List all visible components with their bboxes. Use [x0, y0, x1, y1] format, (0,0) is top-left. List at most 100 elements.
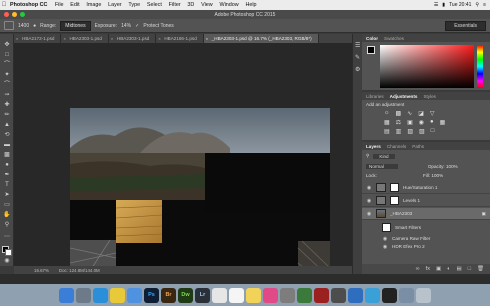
- move-tool-icon[interactable]: ✥: [3, 42, 11, 49]
- canvas-workspace[interactable]: [14, 43, 360, 294]
- menu-layer[interactable]: Layer: [105, 2, 125, 8]
- clock[interactable]: Tue 20:41: [449, 2, 471, 8]
- levels-icon[interactable]: ▩: [396, 110, 402, 117]
- menu-image[interactable]: Image: [83, 2, 105, 8]
- apple-icon[interactable]: : [0, 2, 8, 8]
- shape-tool-icon[interactable]: ▭: [3, 202, 11, 209]
- range-select[interactable]: Midtones: [60, 20, 91, 31]
- filter-name[interactable]: HDR Efex Pro 2: [392, 244, 425, 250]
- path-select-tool-icon[interactable]: ➤: [3, 192, 11, 199]
- menu-list-icon[interactable]: ≡: [483, 2, 486, 8]
- layer-mask-thumbnail[interactable]: [390, 196, 399, 205]
- crop-tool-icon[interactable]: ⌒: [3, 82, 11, 89]
- launchpad-icon[interactable]: [76, 287, 91, 303]
- close-tab-icon[interactable]: ×: [16, 36, 18, 41]
- healing-brush-tool-icon[interactable]: ✚: [3, 102, 11, 109]
- brush-size[interactable]: 1400: [18, 23, 29, 29]
- brush-panel-icon[interactable]: ✎: [355, 54, 360, 61]
- airbrush-icon[interactable]: ✓: [135, 23, 139, 29]
- eraser-tool-icon[interactable]: ▬: [3, 142, 11, 149]
- tab-libraries[interactable]: Libraries: [366, 94, 384, 99]
- zoom-tool-icon[interactable]: ⚲: [3, 222, 11, 229]
- posterize-icon[interactable]: ▥: [396, 128, 402, 135]
- fg-bg-swatch[interactable]: [367, 46, 375, 54]
- menu-edit[interactable]: Edit: [67, 2, 83, 8]
- dodge-tool-icon-tb[interactable]: ●: [3, 162, 11, 169]
- search-icon[interactable]: ⚲: [475, 2, 479, 8]
- add-mask-icon[interactable]: ▣: [436, 266, 441, 272]
- wifi-icon[interactable]: ☰: [434, 2, 438, 8]
- opacity-value[interactable]: 100%: [446, 164, 458, 169]
- menu-app-name[interactable]: Photoshop CC: [8, 2, 51, 8]
- layer-name[interactable]: Hue/Saturation 1: [403, 185, 437, 190]
- vibrance-icon[interactable]: ▽: [430, 110, 435, 117]
- curves-icon[interactable]: ∿: [407, 110, 412, 117]
- layer-name[interactable]: _HBA2303: [390, 211, 412, 216]
- close-tab-icon[interactable]: ×: [206, 36, 208, 41]
- menu-filter[interactable]: Filter: [165, 2, 184, 8]
- tab-styles[interactable]: Styles: [423, 94, 436, 99]
- quick-mask-icon[interactable]: ◉: [3, 258, 11, 265]
- background-color-swatch[interactable]: [5, 249, 12, 256]
- visibility-eye-icon[interactable]: ◉: [382, 236, 388, 242]
- battery-icon[interactable]: ▮: [442, 2, 445, 8]
- marquee-tool-icon[interactable]: □: [3, 52, 11, 59]
- invert-icon[interactable]: ▤: [384, 128, 390, 135]
- tab-adjustments[interactable]: Adjustments: [390, 94, 418, 99]
- close-tab-icon[interactable]: ×: [63, 36, 65, 41]
- new-adjustment-icon[interactable]: ◐: [447, 266, 450, 272]
- channel-mixer-icon[interactable]: ●: [430, 119, 434, 126]
- tab-doc-active[interactable]: × _HBA2303-1.psd @ 16.7% (_HBA2303, RGB/8…: [203, 34, 319, 43]
- layer-name[interactable]: Levels 1: [403, 198, 420, 203]
- photoshop-icon[interactable]: Ps: [144, 287, 159, 303]
- downloads-icon[interactable]: [399, 287, 414, 303]
- clone-stamp-tool-icon[interactable]: ▲: [3, 122, 11, 129]
- filter-name[interactable]: Camera Raw Filter: [392, 236, 430, 242]
- layer-row[interactable]: ◉ Levels 1: [362, 195, 490, 207]
- layer-row-selected[interactable]: ◉ _HBA2303 ▣: [362, 208, 490, 220]
- menu-select[interactable]: Select: [144, 2, 166, 8]
- zoom-level[interactable]: 16.67%: [34, 268, 49, 273]
- minimize-button[interactable]: [12, 12, 17, 17]
- tab-channels[interactable]: Channels: [387, 144, 406, 149]
- app-icon-4[interactable]: [348, 287, 363, 303]
- layer-mask-thumbnail[interactable]: [390, 183, 399, 192]
- color-lookup-icon[interactable]: ▦: [440, 119, 446, 126]
- itunes-icon[interactable]: [263, 287, 278, 303]
- history-brush-tool-icon[interactable]: ⟲: [3, 132, 11, 139]
- tab-swatches[interactable]: Swatches: [384, 36, 404, 41]
- more-tools-icon[interactable]: ⋯: [3, 234, 11, 241]
- lightroom-icon[interactable]: Lr: [195, 287, 210, 303]
- smart-filters-row[interactable]: Smart Filters: [382, 223, 421, 232]
- quick-select-tool-icon[interactable]: ✦: [3, 72, 11, 79]
- menu-type[interactable]: Type: [125, 2, 143, 8]
- mail-icon[interactable]: [127, 287, 142, 303]
- tab-doc-1[interactable]: × HBA2172-1.psd: [14, 34, 62, 43]
- folder-icon[interactable]: ▤: [456, 266, 461, 272]
- dreamweaver-icon[interactable]: Dw: [178, 287, 193, 303]
- selective-color-icon[interactable]: □: [431, 128, 435, 135]
- app-icon-2[interactable]: [314, 287, 329, 303]
- fx-icon[interactable]: fx: [426, 266, 430, 272]
- eyedropper-tool-icon[interactable]: ➙: [3, 92, 11, 99]
- filter-row[interactable]: ◉ HDR Efex Pro 2: [382, 244, 425, 250]
- history-panel-icon[interactable]: ☰: [355, 42, 360, 49]
- tab-doc-2[interactable]: × HBA2303-1.psd: [61, 34, 109, 43]
- kind-select[interactable]: Kind: [373, 153, 395, 159]
- close-tab-icon[interactable]: ×: [111, 36, 113, 41]
- properties-panel-icon[interactable]: ⚙: [355, 66, 360, 73]
- brush-preset-icon[interactable]: ●: [33, 23, 36, 29]
- app-icon-6[interactable]: [382, 287, 397, 303]
- color-balance-icon[interactable]: ⚖: [396, 119, 401, 126]
- visibility-eye-icon[interactable]: ◉: [366, 198, 372, 204]
- threshold-icon[interactable]: ▨: [407, 128, 413, 135]
- brightness-icon[interactable]: ☼: [384, 110, 390, 117]
- trash-icon[interactable]: 🗑: [477, 266, 484, 272]
- menu-window[interactable]: Window: [216, 2, 242, 8]
- tab-layers[interactable]: Layers: [366, 144, 381, 149]
- trash-icon[interactable]: [416, 287, 431, 303]
- blend-mode-select[interactable]: Normal: [366, 164, 398, 169]
- zoom-button[interactable]: [20, 12, 25, 17]
- dodge-tool-icon[interactable]: [4, 21, 14, 30]
- bridge-icon[interactable]: Br: [161, 287, 176, 303]
